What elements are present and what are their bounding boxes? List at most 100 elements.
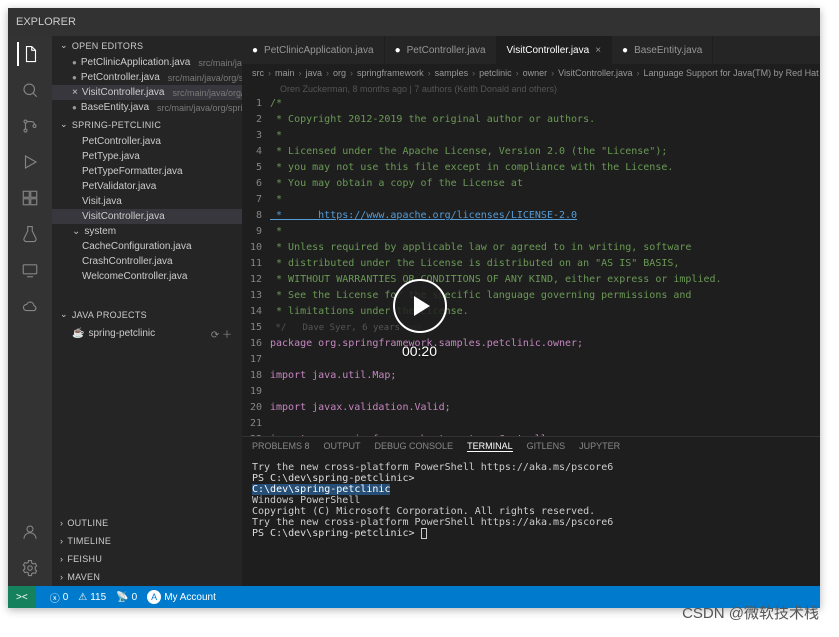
panel-tab-terminal[interactable]: TERMINAL bbox=[467, 441, 513, 452]
crumb[interactable]: main bbox=[275, 68, 295, 78]
account-icon[interactable] bbox=[18, 520, 42, 544]
cloud-icon[interactable] bbox=[18, 294, 42, 318]
open-editor-item[interactable]: ●BaseEntity.javasrc/main/java/org/spring… bbox=[52, 100, 242, 115]
play-button[interactable] bbox=[393, 279, 447, 333]
panel-tab-output[interactable]: OUTPUT bbox=[324, 441, 361, 452]
maven-section[interactable]: › MAVEN bbox=[52, 568, 242, 586]
editor-tab[interactable]: ● BaseEntity.java bbox=[612, 36, 713, 64]
file-name: PetType.java bbox=[82, 151, 140, 162]
tree-file[interactable]: CrashController.java bbox=[52, 254, 242, 269]
code-editor[interactable]: 1234567891011121314151617181920212223242… bbox=[242, 96, 820, 436]
tab-label: BaseEntity.java bbox=[634, 45, 702, 56]
editor-tab[interactable]: VisitController.java× bbox=[497, 36, 612, 64]
panel-tab-jupyter[interactable]: JUPYTER bbox=[579, 441, 620, 452]
chevron-right-icon: › bbox=[60, 572, 63, 582]
chevron-down-icon: ⌄ bbox=[60, 309, 68, 320]
titlebar-text: EXPLORER bbox=[16, 16, 76, 28]
crumb[interactable]: owner bbox=[523, 68, 548, 78]
search-icon[interactable] bbox=[18, 78, 42, 102]
crumb[interactable]: VisitController.java bbox=[558, 68, 632, 78]
file-name: PetController.java bbox=[81, 72, 160, 83]
editor-tab[interactable]: ●PetController.java bbox=[385, 36, 497, 64]
section-label: MAVEN bbox=[67, 572, 100, 582]
gear-icon[interactable] bbox=[18, 556, 42, 580]
section-label: SPRING-PETCLINIC bbox=[72, 120, 161, 130]
run-icon[interactable] bbox=[18, 150, 42, 174]
timeline-section[interactable]: ›TIMELINE bbox=[52, 532, 242, 550]
breadcrumb[interactable]: src› main› java› org› springframework› s… bbox=[242, 64, 820, 82]
outline-section[interactable]: ›OUTLINE bbox=[52, 514, 242, 532]
terminal-body[interactable]: Try the new cross-platform PowerShell ht… bbox=[242, 456, 820, 586]
dirty-icon: ● bbox=[252, 45, 258, 56]
section-label: OPEN EDITORS bbox=[72, 41, 143, 51]
folder-name: system bbox=[84, 226, 116, 237]
status-errors[interactable]: ⓧ0 bbox=[50, 590, 69, 605]
file-name: CacheConfiguration.java bbox=[82, 241, 192, 252]
source-control-icon[interactable] bbox=[18, 114, 42, 138]
crumb[interactable]: Language Support for Java(TM) by Red Hat bbox=[644, 68, 819, 78]
tree-file[interactable]: PetController.java bbox=[52, 134, 242, 149]
files-icon[interactable] bbox=[17, 42, 41, 66]
test-icon[interactable] bbox=[18, 222, 42, 246]
crumb[interactable]: java bbox=[306, 68, 323, 78]
dirty-icon: ● bbox=[72, 73, 77, 82]
open-editors-section[interactable]: ⌄ OPEN EDITORS bbox=[52, 36, 242, 55]
ports-icon: 📡 bbox=[116, 592, 128, 603]
java-project-item[interactable]: ☕spring-petclinic⟳ ＋ bbox=[52, 324, 242, 343]
feishu-section[interactable]: ›FEISHU bbox=[52, 550, 242, 568]
terminal-line: C:\dev\spring-petclinic bbox=[252, 484, 810, 495]
open-editor-item[interactable]: ×VisitController.javasrc/main/java/org/s… bbox=[52, 85, 242, 100]
crumb[interactable]: org bbox=[333, 68, 346, 78]
chevron-down-icon: ⌄ bbox=[60, 40, 68, 51]
tree-file[interactable]: VisitController.java bbox=[52, 209, 242, 224]
watermark: CSDN @微软技术栈 bbox=[682, 602, 819, 623]
dirty-icon: ● bbox=[622, 45, 628, 56]
section-label: JAVA PROJECTS bbox=[72, 310, 147, 320]
terminal-cursor bbox=[421, 528, 427, 539]
status-account[interactable]: AMy Account bbox=[147, 590, 216, 604]
close-icon[interactable]: × bbox=[595, 45, 601, 56]
tree-file[interactable]: WelcomeController.java bbox=[52, 269, 242, 284]
file-name: WelcomeController.java bbox=[82, 271, 187, 282]
section-label: FEISHU bbox=[67, 554, 102, 564]
status-ports[interactable]: 📡0 bbox=[116, 592, 137, 603]
activity-bar bbox=[8, 36, 52, 586]
editor-tab[interactable]: ● PetClinicApplication.java bbox=[242, 36, 385, 64]
panel-tab-debug[interactable]: DEBUG CONSOLE bbox=[375, 441, 454, 452]
sidebar: ⌄ OPEN EDITORS ●PetClinicApplication.java… bbox=[52, 36, 242, 586]
tree-folder[interactable]: ⌄system bbox=[52, 224, 242, 239]
code-content[interactable]: /* * Copyright 2012-2019 the original au… bbox=[270, 96, 820, 436]
tree-file[interactable]: CacheConfiguration.java bbox=[52, 239, 242, 254]
java-projects-section[interactable]: ⌄ JAVA PROJECTS bbox=[52, 305, 242, 324]
file-name: VisitController.java bbox=[82, 87, 165, 98]
open-editor-item[interactable]: ●PetClinicApplication.javasrc/main/java/… bbox=[52, 55, 242, 70]
crumb[interactable]: samples bbox=[435, 68, 469, 78]
codelens[interactable]: Oren Zuckerman, 8 months ago | 7 authors… bbox=[242, 82, 820, 96]
panel-tab-gitlens[interactable]: GITLENS bbox=[527, 441, 566, 452]
refresh-icon[interactable]: ⟳ ＋ bbox=[211, 326, 232, 341]
extensions-icon[interactable] bbox=[18, 186, 42, 210]
panel-tab-problems[interactable]: PROBLEMS 8 bbox=[252, 441, 310, 452]
terminal-line: Copyright (C) Microsoft Corporation. All… bbox=[252, 506, 810, 517]
file-path: src/main/java/org/springframework bbox=[198, 58, 242, 68]
crumb[interactable]: petclinic bbox=[479, 68, 512, 78]
open-editor-item[interactable]: ●PetController.javasrc/main/java/org/spr… bbox=[52, 70, 242, 85]
tree-file[interactable]: PetValidator.java bbox=[52, 179, 242, 194]
tree-file[interactable]: Visit.java bbox=[52, 194, 242, 209]
dirty-icon: ● bbox=[72, 103, 77, 112]
tree-file[interactable]: PetTypeFormatter.java bbox=[52, 164, 242, 179]
titlebar: EXPLORER bbox=[8, 8, 820, 36]
tab-label: PetClinicApplication.java bbox=[264, 45, 374, 56]
project-section[interactable]: ⌄SPRING-PETCLINIC bbox=[52, 115, 242, 134]
project-name: spring-petclinic bbox=[88, 328, 155, 339]
file-tree: PetController.java PetType.java PetTypeF… bbox=[52, 134, 242, 305]
tab-label: PetController.java bbox=[407, 45, 486, 56]
status-warnings[interactable]: ⚠115 bbox=[78, 592, 106, 603]
status-remote[interactable]: >< bbox=[8, 586, 36, 608]
editor-group: ●PetClinicApplication.java ●PetControlle… bbox=[242, 36, 820, 586]
remote-icon[interactable] bbox=[18, 258, 42, 282]
crumb[interactable]: src bbox=[252, 68, 264, 78]
tree-file[interactable]: PetType.java bbox=[52, 149, 242, 164]
close-icon[interactable]: × bbox=[72, 87, 78, 98]
crumb[interactable]: springframework bbox=[357, 68, 424, 78]
